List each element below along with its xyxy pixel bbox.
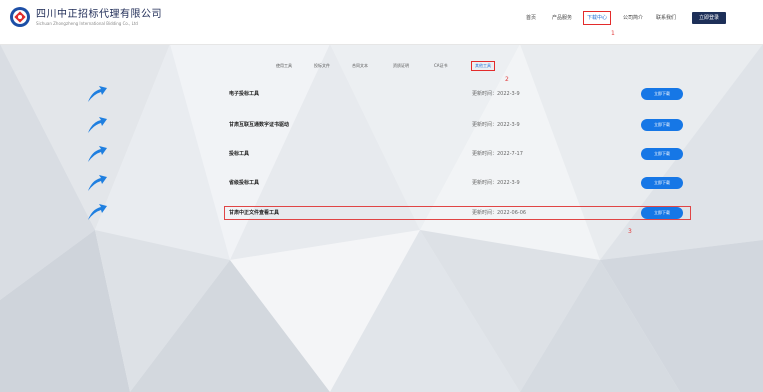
tab-contracts[interactable]: 合同文本 [352,62,368,70]
site-header: 四川中正招标代理有限公司 Sichuan Zhongzheng Internat… [0,0,763,45]
tab-bid-docs[interactable]: 投标文件 [314,62,330,70]
annotation-marker-3: 3 [628,228,632,235]
update-time: 更新时间：2022-3-9 [472,91,520,97]
arrow-icon [88,117,107,133]
tab-ca-cert[interactable]: CA证书 [434,62,448,70]
login-button[interactable]: 立即登录 [692,12,727,24]
update-time: 更新时间：2022-06-06 [472,210,527,216]
background-pattern [0,0,763,392]
download-button[interactable]: 立即下载 [641,207,683,219]
arrow-icon [88,204,107,220]
arrow-icon [88,86,107,102]
tab-other-tools[interactable]: 其他工具 [471,61,495,71]
download-item: 甘肃互联互通数字证书驱动 更新时间：2022-3-9 立即下载 [225,119,690,131]
nav-home[interactable]: 首页 [526,12,536,24]
nav-contact[interactable]: 联系我们 [656,12,676,24]
arrow-icon [88,146,107,162]
download-title[interactable]: 投标工具 [229,149,249,159]
download-item: 省级投标工具 更新时间：2022-3-9 立即下载 [225,177,690,189]
annotation-marker-1: 1 [611,30,615,37]
annotation-marker-2: 2 [505,76,509,83]
download-button[interactable]: 立即下载 [641,88,683,100]
company-name-en: Sichuan Zhongzheng International Bidding… [36,20,138,26]
download-item-highlighted: 甘肃中正文件查看工具 更新时间：2022-06-06 立即下载 [224,206,691,220]
download-title[interactable]: 甘肃中正文件查看工具 [229,208,279,218]
download-button[interactable]: 立即下载 [641,148,683,160]
nav-products[interactable]: 产品服务 [552,12,572,24]
download-button[interactable]: 立即下载 [641,119,683,131]
tab-qualifications[interactable]: 资质证明 [393,62,409,70]
nav-download-center[interactable]: 下载中心 [582,11,612,25]
company-name: 四川中正招标代理有限公司 [36,8,162,20]
download-title[interactable]: 甘肃互联互通数字证书驱动 [229,120,289,130]
arrow-icon [88,175,107,191]
download-title[interactable]: 电子投标工具 [229,89,259,99]
nav-about[interactable]: 公司简介 [623,12,643,24]
logo-icon [10,7,30,27]
download-item: 电子投标工具 更新时间：2022-3-9 立即下载 [225,88,690,100]
update-time: 更新时间：2022-3-9 [472,180,520,186]
download-button[interactable]: 立即下载 [641,177,683,189]
company-logo[interactable]: 四川中正招标代理有限公司 Sichuan Zhongzheng Internat… [9,6,162,28]
download-item: 投标工具 更新时间：2022-7-17 立即下载 [225,148,690,160]
update-time: 更新时间：2022-3-9 [472,122,520,128]
update-time: 更新时间：2022-7-17 [472,151,523,157]
download-title[interactable]: 省级投标工具 [229,178,259,188]
tab-tools[interactable]: 使用工具 [276,62,292,70]
